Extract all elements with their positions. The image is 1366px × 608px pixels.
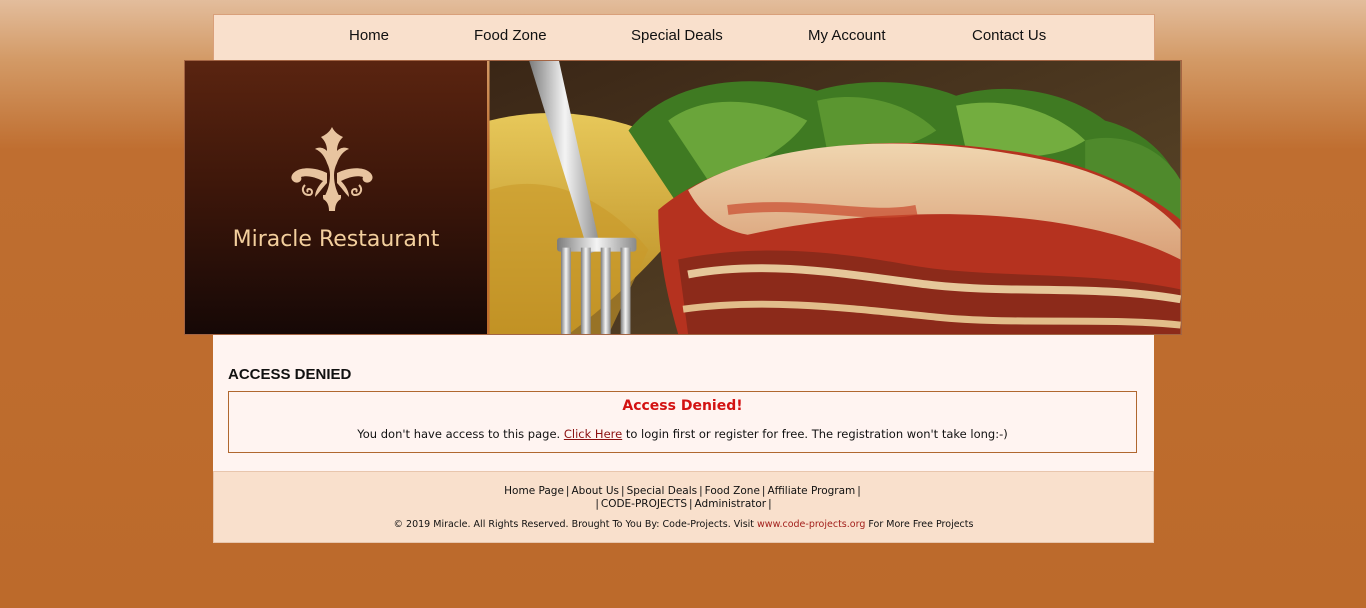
footer-links: Home Page | About Us | Special Deals | Food Zo…: [214, 485, 1153, 511]
access-denied-title: Access Denied!: [622, 398, 743, 414]
separator: |: [565, 485, 570, 497]
brand-title: Miracle Restaurant: [232, 227, 440, 252]
nav-contact-us[interactable]: Contact Us: [972, 27, 1046, 44]
nav-special-deals[interactable]: Special Deals: [631, 27, 723, 44]
separator: |: [761, 485, 766, 497]
footer-link-about-us[interactable]: About Us: [571, 485, 619, 497]
click-here-link[interactable]: Click Here: [564, 427, 622, 441]
footer: Home Page | About Us | Special Deals | Food Zo…: [213, 471, 1154, 543]
copyright: © 2019 Miracle. All Rights Reserved. Bro…: [214, 519, 1153, 530]
nav-home[interactable]: Home: [349, 27, 389, 44]
message-text-before: You don't have access to this page.: [357, 427, 564, 441]
footer-link-administrator[interactable]: Administrator: [695, 498, 767, 510]
main-content: ACCESS DENIED Access Denied! You don't h…: [213, 335, 1154, 471]
footer-link-affiliate-program[interactable]: Affiliate Program: [767, 485, 855, 497]
header-banner: Miracle Restaurant: [184, 60, 1182, 335]
brand-panel: Miracle Restaurant: [185, 61, 487, 334]
separator: |: [689, 498, 693, 510]
footer-link-special-deals[interactable]: Special Deals: [627, 485, 698, 497]
footer-link-home-page[interactable]: Home Page: [504, 485, 564, 497]
nav-my-account[interactable]: My Account: [808, 27, 886, 44]
separator: |: [699, 485, 703, 497]
nav-food-zone[interactable]: Food Zone: [474, 27, 547, 44]
message-text-after: to login first or register for free. The…: [622, 427, 1008, 441]
top-navigation: Home Food Zone Special Deals My Account …: [213, 14, 1155, 60]
copyright-text: © 2019 Miracle. All Rights Reserved. Bro…: [393, 519, 758, 530]
separator: |: [621, 485, 625, 497]
code-projects-link[interactable]: www.code-projects.org: [757, 519, 865, 530]
access-denied-box: Access Denied! You don't have access to …: [228, 391, 1137, 453]
separator: |: [595, 498, 599, 510]
separator: |: [768, 498, 772, 510]
footer-link-code-projects[interactable]: CODE-PROJECTS: [601, 498, 687, 510]
copyright-text-after: For More Free Projects: [865, 519, 974, 530]
fleur-de-lis-logo-icon: [291, 127, 373, 211]
lasagna-photo: [489, 61, 1181, 334]
page-title: ACCESS DENIED: [228, 366, 352, 383]
access-denied-message: You don't have access to this page. Clic…: [229, 427, 1136, 441]
separator: |: [857, 485, 861, 497]
footer-link-food-zone[interactable]: Food Zone: [705, 485, 760, 497]
